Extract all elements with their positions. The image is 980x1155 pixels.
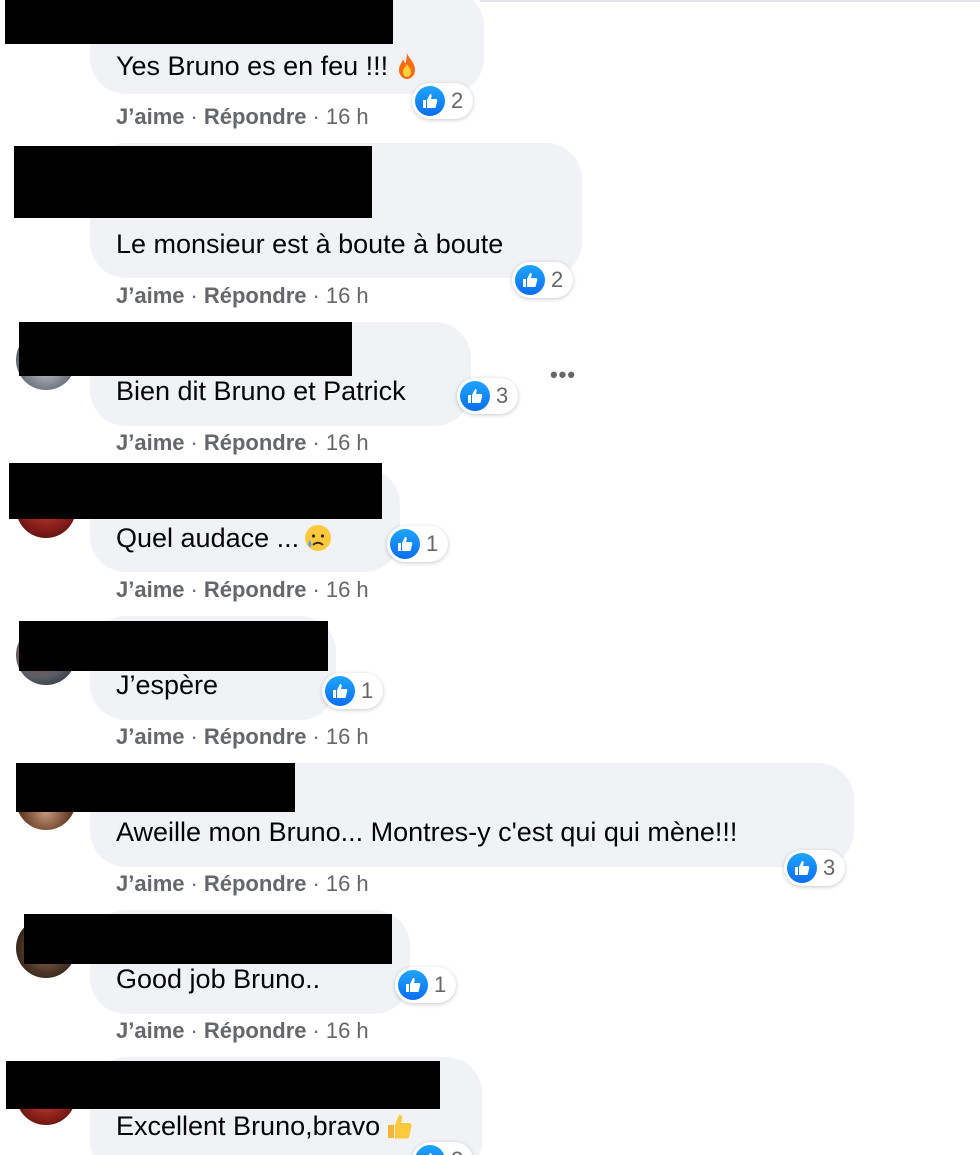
divider bbox=[480, 0, 980, 2]
separator: · bbox=[190, 577, 198, 602]
reply-button[interactable]: Répondre bbox=[204, 871, 307, 896]
comment-actions: J’aime · Répondre · 16 h bbox=[116, 430, 369, 456]
like-icon bbox=[325, 676, 355, 706]
redacted-author-name bbox=[14, 146, 372, 218]
reaction-count[interactable]: 2 bbox=[412, 83, 474, 119]
separator: · bbox=[190, 871, 198, 896]
like-icon bbox=[515, 265, 545, 295]
comment-text: Yes Bruno es en feu !!! bbox=[116, 50, 422, 82]
timestamp[interactable]: 16 h bbox=[326, 577, 369, 602]
like-icon bbox=[398, 970, 428, 1000]
redacted-author-name bbox=[6, 1061, 440, 1109]
timestamp[interactable]: 16 h bbox=[326, 104, 369, 129]
timestamp[interactable]: 16 h bbox=[326, 724, 369, 749]
comment-text: Aweille mon Bruno... Montres-y c'est qui… bbox=[116, 817, 738, 847]
like-button[interactable]: J’aime bbox=[116, 871, 185, 896]
comment-actions: J’aime · Répondre · 16 h bbox=[116, 871, 369, 897]
more-options-button[interactable]: ••• bbox=[543, 360, 583, 390]
like-button[interactable]: J’aime bbox=[116, 577, 185, 602]
comment-actions: J’aime · Répondre · 16 h bbox=[116, 577, 369, 603]
like-button[interactable]: J’aime bbox=[116, 430, 185, 455]
redacted-author-name bbox=[24, 914, 392, 964]
like-button[interactable]: J’aime bbox=[116, 1018, 185, 1043]
separator: · bbox=[190, 1018, 198, 1043]
reaction-count[interactable]: 3 bbox=[457, 378, 519, 414]
reply-button[interactable]: Répondre bbox=[204, 577, 307, 602]
comment-text: Le monsieur est à boute à boute bbox=[116, 229, 504, 259]
like-icon bbox=[787, 853, 817, 883]
comment-text: Bien dit Bruno et Patrick bbox=[116, 376, 406, 406]
like-button[interactable]: J’aime bbox=[116, 104, 185, 129]
timestamp[interactable]: 16 h bbox=[326, 283, 369, 308]
timestamp[interactable]: 16 h bbox=[326, 1018, 369, 1043]
separator: · bbox=[312, 871, 320, 896]
reply-button[interactable]: Répondre bbox=[204, 104, 307, 129]
like-icon bbox=[390, 529, 420, 559]
comment-actions: J’aime · Répondre · 16 h bbox=[116, 1018, 369, 1044]
separator: · bbox=[312, 104, 320, 129]
reply-button[interactable]: Répondre bbox=[204, 1018, 307, 1043]
like-icon bbox=[415, 1145, 445, 1155]
timestamp[interactable]: 16 h bbox=[326, 871, 369, 896]
comment-text: Good job Bruno.. bbox=[116, 964, 321, 994]
comment-text: J’espère bbox=[116, 670, 219, 700]
comments-thread: Yes Bruno es en feu !!! 2 J’aime · Répondr… bbox=[0, 0, 980, 1155]
crying-face-emoji bbox=[305, 525, 332, 551]
timestamp[interactable]: 16 h bbox=[326, 430, 369, 455]
separator: · bbox=[312, 283, 320, 308]
separator: · bbox=[190, 283, 198, 308]
like-button[interactable]: J’aime bbox=[116, 283, 185, 308]
comment-actions: J’aime · Répondre · 16 h bbox=[116, 104, 369, 130]
redacted-author-name bbox=[16, 763, 295, 812]
reaction-count[interactable]: 1 bbox=[387, 526, 449, 562]
separator: · bbox=[190, 430, 198, 455]
separator: · bbox=[312, 577, 320, 602]
comment-text: Quel audace ... bbox=[116, 522, 333, 554]
redacted-author-name bbox=[19, 322, 352, 376]
separator: · bbox=[312, 430, 320, 455]
reaction-count[interactable]: 3 bbox=[784, 850, 846, 886]
comment-text: Excellent Bruno,bravo bbox=[116, 1110, 414, 1142]
like-icon bbox=[415, 86, 445, 116]
reply-button[interactable]: Répondre bbox=[204, 724, 307, 749]
fire-emoji bbox=[399, 53, 416, 79]
separator: · bbox=[190, 724, 198, 749]
reaction-count[interactable]: 2 bbox=[512, 262, 574, 298]
redacted-author-name bbox=[5, 0, 393, 44]
like-button[interactable]: J’aime bbox=[116, 724, 185, 749]
separator: · bbox=[190, 104, 198, 129]
reply-button[interactable]: Répondre bbox=[204, 283, 307, 308]
reaction-count[interactable]: 1 bbox=[322, 673, 384, 709]
redacted-author-name bbox=[19, 621, 328, 671]
comment-actions: J’aime · Répondre · 16 h bbox=[116, 283, 369, 309]
reaction-count[interactable]: 1 bbox=[395, 967, 457, 1003]
like-icon bbox=[460, 381, 490, 411]
comment-actions: J’aime · Répondre · 16 h bbox=[116, 724, 369, 750]
thumbs-up-emoji bbox=[388, 1114, 412, 1139]
redacted-author-name bbox=[9, 463, 382, 519]
reaction-count[interactable]: 2 bbox=[412, 1142, 474, 1155]
separator: · bbox=[312, 724, 320, 749]
reply-button[interactable]: Répondre bbox=[204, 430, 307, 455]
separator: · bbox=[312, 1018, 320, 1043]
